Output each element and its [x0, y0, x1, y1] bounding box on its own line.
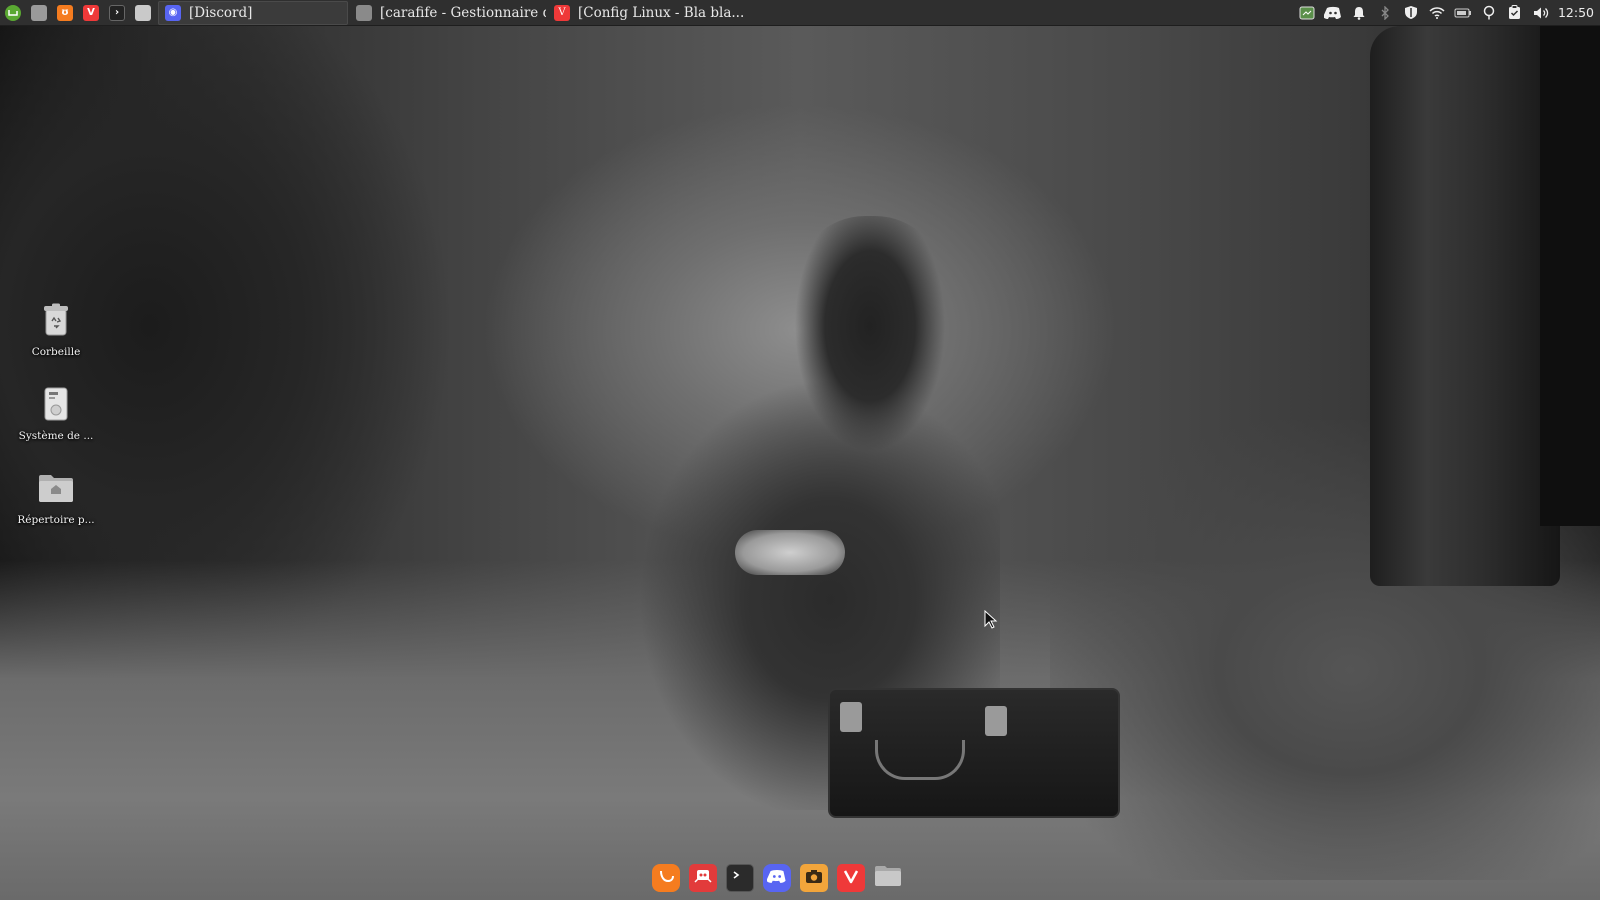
task-label: [carafife - Gestionnaire de ... — [380, 4, 546, 21]
dock-files[interactable] — [874, 864, 902, 892]
firefox-icon — [657, 867, 675, 889]
files-icon — [874, 865, 902, 891]
wallpaper-woman-dress — [620, 370, 1000, 810]
desktop-icon-label: Répertoire p... — [17, 514, 95, 526]
desktop-icon-trash[interactable]: Corbeille — [14, 302, 98, 358]
dock-vivaldi[interactable] — [837, 864, 865, 892]
screenshot-app-icon[interactable] — [1294, 0, 1320, 26]
dock — [652, 862, 902, 894]
launcher-firefox[interactable]: ʊ — [52, 0, 78, 26]
show-desktop-icon — [31, 4, 47, 21]
drive-icon — [38, 386, 74, 422]
launcher-terminal[interactable]: › — [104, 0, 130, 26]
launcher-vivaldi[interactable]: V — [78, 0, 104, 26]
wallpaper-woman-hair — [795, 216, 945, 466]
wallpaper-tree-trunk — [1370, 26, 1560, 586]
terminal-icon — [731, 868, 749, 888]
file-manager-icon — [135, 4, 151, 21]
desktop-icon-filesystem[interactable]: Système de ... — [14, 386, 98, 442]
top-panel: ʊ V › ◉ [Discord] [carafife - Gestionnai… — [0, 0, 1600, 26]
task-discord[interactable]: ◉ [Discord] — [158, 0, 348, 25]
wallpaper-suitcase-handle — [875, 740, 965, 780]
discord-tray-icon[interactable] — [1320, 0, 1346, 26]
gitkraken-icon — [693, 867, 713, 889]
home-folder-icon — [38, 470, 74, 506]
shield-icon[interactable] — [1398, 0, 1424, 26]
wallpaper-suitcase-latch — [840, 702, 862, 732]
dock-gitkraken[interactable] — [689, 864, 717, 892]
mouse-cursor-icon — [984, 609, 998, 630]
launcher-show-desktop[interactable] — [26, 0, 52, 26]
desktop-icon-label: Corbeille — [31, 346, 81, 358]
dock-discord[interactable] — [763, 864, 791, 892]
vivaldi-icon — [842, 868, 860, 888]
wallpaper-suitcase-latch — [985, 706, 1007, 736]
mint-menu-icon — [5, 4, 21, 21]
wallpaper-woman-arm — [735, 530, 845, 575]
dock-terminal[interactable] — [726, 864, 754, 892]
screenshot-icon — [804, 868, 824, 888]
volume-icon[interactable] — [1528, 0, 1554, 26]
launcher-menu[interactable] — [0, 0, 26, 26]
dock-screenshot[interactable] — [800, 864, 828, 892]
system-tray: 12:50 — [1294, 0, 1600, 26]
wallpaper-tree-edge — [1540, 26, 1600, 526]
folder-icon — [356, 4, 372, 21]
battery-icon[interactable] — [1450, 0, 1476, 26]
task-file-manager[interactable]: [carafife - Gestionnaire de ... — [350, 1, 546, 25]
terminal-icon: › — [109, 4, 125, 21]
vivaldi-icon: V — [83, 4, 99, 21]
location-icon[interactable] — [1476, 0, 1502, 26]
launcher-file-manager[interactable] — [130, 0, 156, 26]
clipboard-icon[interactable] — [1502, 0, 1528, 26]
discord-icon: ◉ — [165, 4, 181, 21]
task-label: [Discord] — [189, 4, 253, 21]
wallpaper-path — [0, 560, 1600, 900]
vivaldi-icon: V — [554, 4, 570, 21]
desktop-icon-label: Système de ... — [18, 430, 94, 442]
wallpaper-bushes — [1050, 420, 1600, 880]
task-vivaldi[interactable]: V [Config Linux - Bla bla... - ... — [548, 1, 744, 25]
trash-icon — [38, 302, 74, 338]
desktop-icon-home[interactable]: Répertoire p... — [14, 470, 98, 526]
wifi-icon[interactable] — [1424, 0, 1450, 26]
clock[interactable]: 12:50 — [1554, 5, 1594, 20]
bluetooth-icon[interactable] — [1372, 0, 1398, 26]
task-label: [Config Linux - Bla bla... - ... — [578, 4, 744, 21]
discord-icon — [766, 869, 787, 888]
dock-firefox[interactable] — [652, 864, 680, 892]
firefox-icon: ʊ — [57, 4, 73, 21]
notifications-icon[interactable] — [1346, 0, 1372, 26]
wallpaper-suitcase — [828, 688, 1120, 818]
desktop[interactable]: ʊ V › ◉ [Discord] [carafife - Gestionnai… — [0, 0, 1600, 900]
